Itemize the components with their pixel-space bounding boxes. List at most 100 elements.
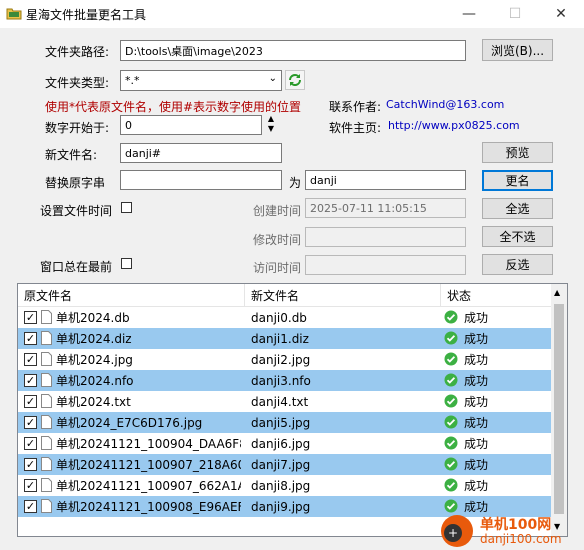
table-row[interactable]: ✓ 单机20241121_100904_DAA6F8... danji6.jpg 成功 bbox=[18, 433, 551, 454]
col-original-name[interactable]: 原文件名 bbox=[18, 284, 245, 306]
new-name-label: 新文件名: bbox=[45, 148, 98, 162]
new-name-cell: danji5.jpg bbox=[251, 415, 311, 430]
success-icon bbox=[444, 352, 458, 366]
file-list[interactable]: 原文件名 新文件名 状态 ✓ 单机2024.db danji0.db 成功 ✓ 单机202… bbox=[17, 283, 568, 537]
select-all-button[interactable]: 全选 bbox=[482, 198, 553, 219]
replace-from-input[interactable] bbox=[120, 170, 282, 190]
maximize-button[interactable]: ☐ bbox=[492, 0, 538, 28]
create-time-input[interactable]: 2025-07-11 11:05:15 bbox=[305, 198, 466, 218]
browse-button[interactable]: 浏览(B)... bbox=[482, 39, 553, 61]
refresh-icon[interactable] bbox=[285, 70, 305, 90]
original-name-cell: 单机2024.db bbox=[56, 311, 130, 325]
row-checkbox[interactable]: ✓ bbox=[24, 437, 37, 450]
access-time-input[interactable] bbox=[305, 255, 466, 275]
file-icon bbox=[41, 331, 52, 345]
watermark-logo: + 单机100网 danji100.com bbox=[438, 512, 584, 550]
row-checkbox[interactable]: ✓ bbox=[24, 395, 37, 408]
homepage-link[interactable]: http://www.px0825.com bbox=[388, 119, 520, 132]
success-icon bbox=[444, 436, 458, 450]
original-name-cell: 单机20241121_100907_662A1A... bbox=[56, 479, 241, 493]
folder-type-value: *.* bbox=[125, 74, 140, 87]
replace-to-input[interactable]: danji bbox=[305, 170, 466, 190]
modify-time-input[interactable] bbox=[305, 227, 466, 247]
stepper-up-icon[interactable]: ▲ bbox=[264, 114, 278, 124]
status-cell: 成功 bbox=[464, 332, 489, 346]
table-row[interactable]: ✓ 单机20241121_100907_218A60... danji7.jpg 成功 bbox=[18, 454, 551, 475]
row-checkbox[interactable]: ✓ bbox=[24, 479, 37, 492]
table-row[interactable]: ✓ 单机2024.diz danji1.diz 成功 bbox=[18, 328, 551, 349]
new-name-input[interactable]: danji# bbox=[120, 143, 282, 163]
new-name-cell: danji4.txt bbox=[251, 394, 309, 409]
folder-path-input[interactable]: D:\tools\桌面\image\2023 bbox=[120, 40, 466, 61]
chevron-down-icon: ⌄ bbox=[268, 73, 277, 84]
folder-app-icon bbox=[6, 6, 22, 20]
invert-selection-button[interactable]: 反选 bbox=[482, 254, 553, 275]
stepper-down-icon[interactable]: ▼ bbox=[264, 124, 278, 134]
replace-to-label: 为 bbox=[289, 176, 302, 190]
scroll-up-icon[interactable]: ▲ bbox=[554, 288, 560, 297]
author-label: 联系作者: bbox=[329, 100, 382, 114]
table-row[interactable]: ✓ 单机2024.nfo danji3.nfo 成功 bbox=[18, 370, 551, 391]
num-start-stepper[interactable]: ▲ ▼ bbox=[264, 114, 278, 136]
table-row[interactable]: ✓ 单机2024.db danji0.db 成功 bbox=[18, 307, 551, 328]
homepage-label: 软件主页: bbox=[329, 121, 382, 135]
col-new-name[interactable]: 新文件名 bbox=[245, 284, 441, 306]
new-name-cell: danji8.jpg bbox=[251, 478, 311, 493]
create-time-label: 创建时间 bbox=[253, 204, 302, 218]
table-row[interactable]: ✓ 单机2024.jpg danji2.jpg 成功 bbox=[18, 349, 551, 370]
preview-button[interactable]: 预览 bbox=[482, 142, 553, 163]
status-cell: 成功 bbox=[464, 353, 489, 367]
file-icon bbox=[41, 373, 52, 387]
row-checkbox[interactable]: ✓ bbox=[24, 311, 37, 324]
author-email-link[interactable]: CatchWind@163.com bbox=[386, 98, 504, 111]
close-button[interactable]: ✕ bbox=[538, 0, 584, 28]
folder-type-label: 文件夹类型: bbox=[45, 76, 110, 90]
new-name-cell: danji7.jpg bbox=[251, 457, 311, 472]
success-icon bbox=[444, 310, 458, 324]
original-name-cell: 单机2024.jpg bbox=[56, 353, 133, 367]
row-checkbox[interactable]: ✓ bbox=[24, 374, 37, 387]
new-name-cell: danji2.jpg bbox=[251, 352, 311, 367]
set-time-checkbox[interactable] bbox=[121, 202, 132, 213]
status-cell: 成功 bbox=[464, 437, 489, 451]
table-row[interactable]: ✓ 单机2024.txt danji4.txt 成功 bbox=[18, 391, 551, 412]
table-row[interactable]: ✓ 单机2024_E7C6D176.jpg danji5.jpg 成功 bbox=[18, 412, 551, 433]
row-checkbox[interactable]: ✓ bbox=[24, 353, 37, 366]
folder-type-select[interactable]: *.* ⌄ bbox=[120, 70, 282, 91]
row-checkbox[interactable]: ✓ bbox=[24, 458, 37, 471]
row-checkbox[interactable]: ✓ bbox=[24, 416, 37, 429]
table-row[interactable]: ✓ 单机20241121_100907_662A1A... danji8.jpg 成功 bbox=[18, 475, 551, 496]
success-icon bbox=[444, 499, 458, 513]
top-most-checkbox[interactable] bbox=[121, 258, 132, 269]
file-icon bbox=[41, 352, 52, 366]
scroll-thumb[interactable] bbox=[554, 304, 564, 514]
new-name-cell: danji1.diz bbox=[251, 331, 309, 346]
num-start-input[interactable]: 0 bbox=[120, 115, 262, 135]
row-checkbox[interactable]: ✓ bbox=[24, 500, 37, 513]
watermark-text: 单机100网 bbox=[480, 517, 552, 533]
svg-text:+: + bbox=[448, 526, 458, 540]
usage-hint: 使用*代表原文件名，使用#表示数字使用的位置 bbox=[45, 100, 302, 114]
folder-path-label: 文件夹路径: bbox=[45, 45, 110, 59]
file-icon bbox=[41, 415, 52, 429]
original-name-cell: 单机2024.nfo bbox=[56, 374, 134, 388]
minimize-button[interactable]: — bbox=[446, 0, 492, 28]
original-name-cell: 单机20241121_100908_E96AEF... bbox=[56, 500, 241, 514]
original-name-cell: 单机20241121_100904_DAA6F8... bbox=[56, 437, 241, 451]
rename-button[interactable]: 更名 bbox=[482, 170, 553, 191]
list-header: 原文件名 新文件名 状态 bbox=[18, 284, 567, 307]
modify-time-label: 修改时间 bbox=[253, 233, 302, 247]
replace-label: 替换原字串 bbox=[45, 176, 106, 190]
select-none-button[interactable]: 全不选 bbox=[482, 226, 553, 247]
success-icon bbox=[444, 394, 458, 408]
new-name-cell: danji9.jpg bbox=[251, 499, 311, 514]
status-cell: 成功 bbox=[464, 311, 489, 325]
status-cell: 成功 bbox=[464, 458, 489, 472]
row-checkbox[interactable]: ✓ bbox=[24, 332, 37, 345]
original-name-cell: 单机2024.txt bbox=[56, 395, 131, 409]
success-icon bbox=[444, 478, 458, 492]
new-name-cell: danji6.jpg bbox=[251, 436, 311, 451]
success-icon bbox=[444, 373, 458, 387]
list-scrollbar[interactable]: ▲ ▼ bbox=[551, 284, 567, 536]
col-status[interactable]: 状态 bbox=[441, 284, 551, 306]
